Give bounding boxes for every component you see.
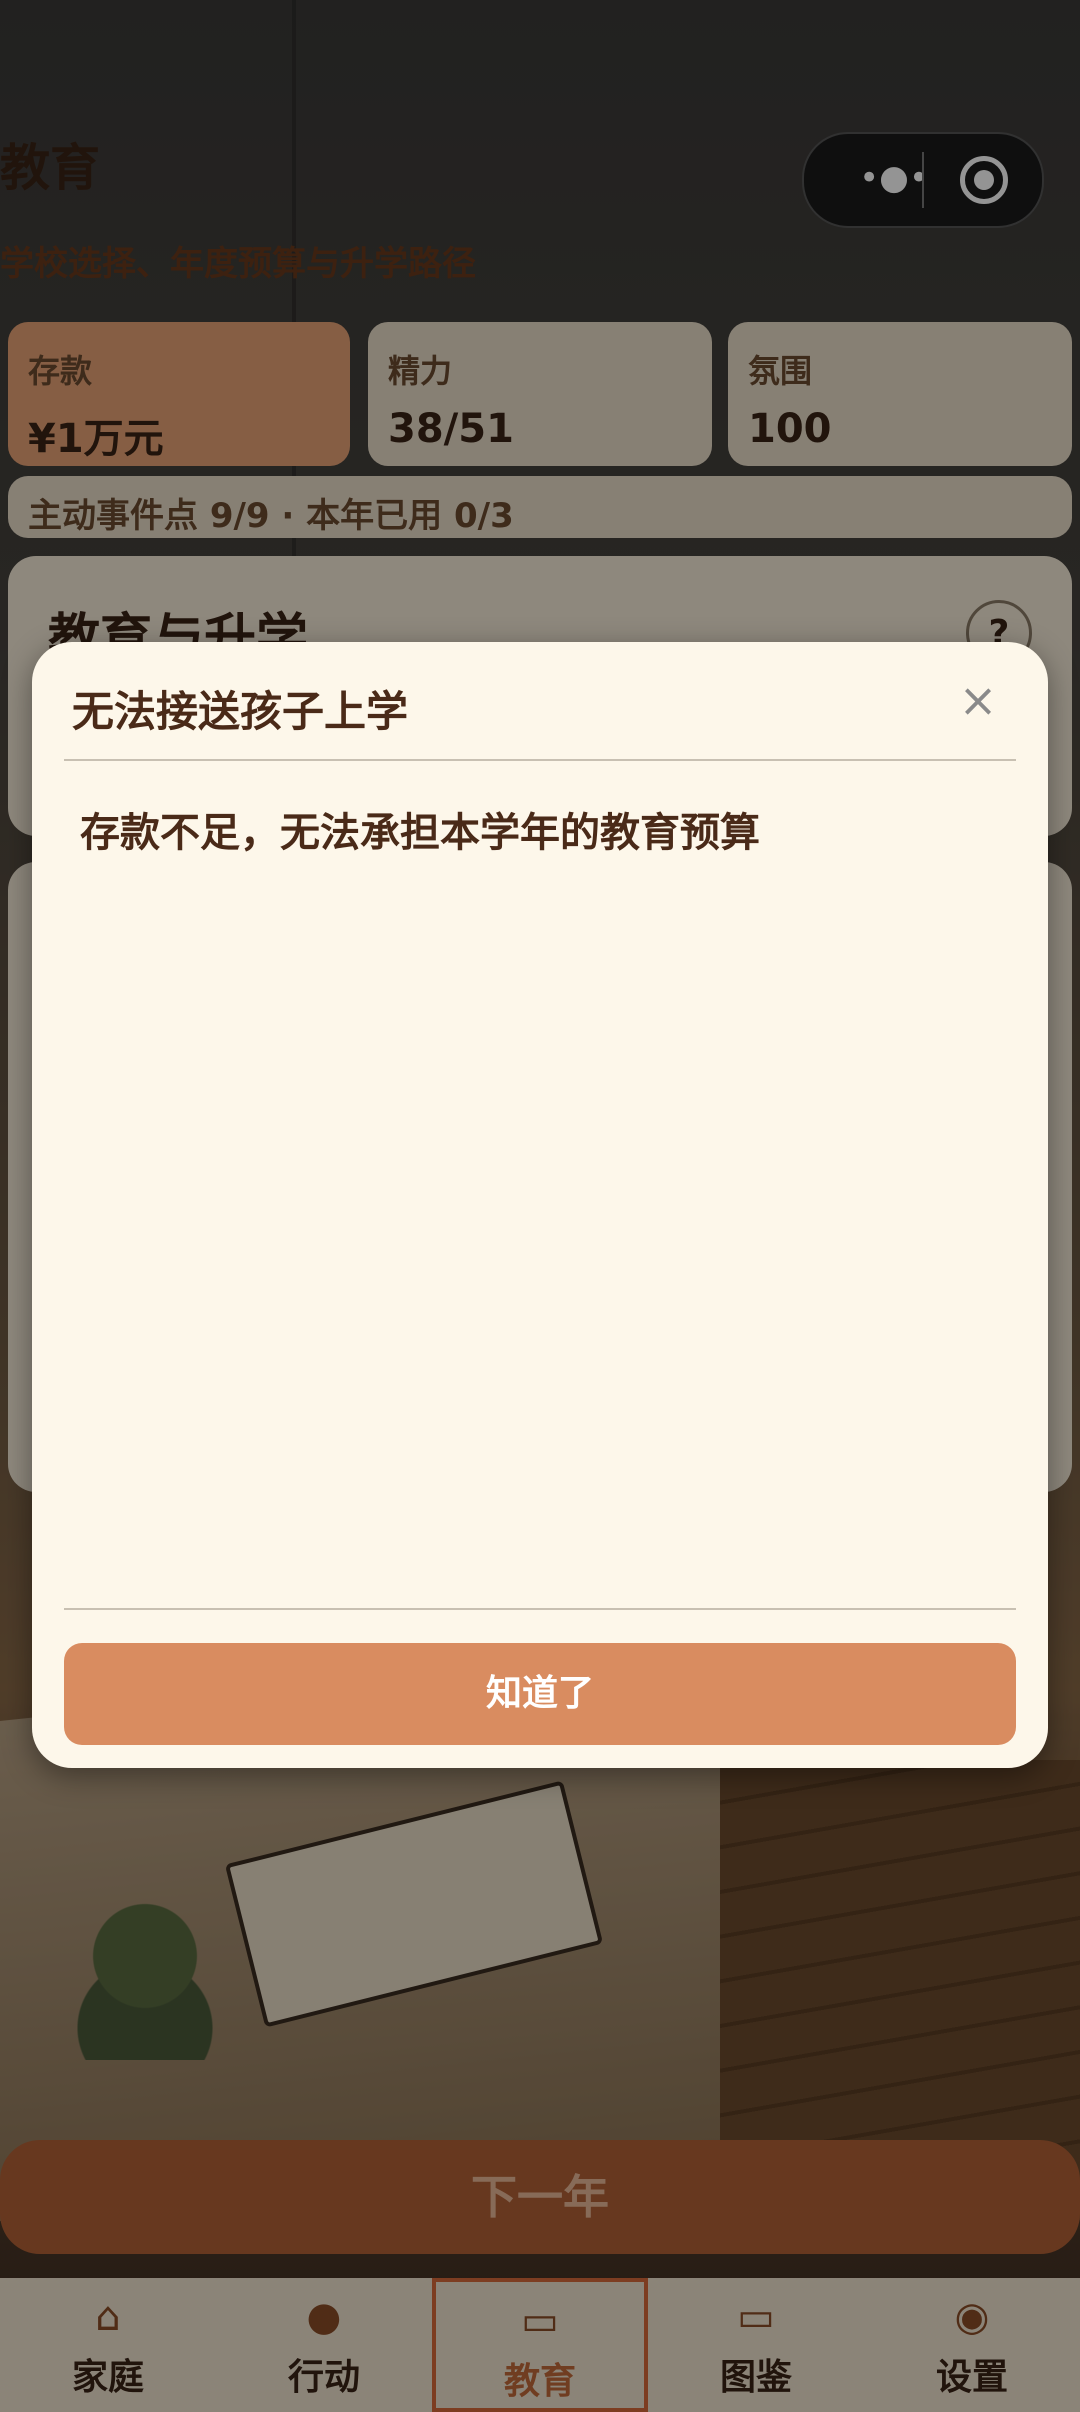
dialog-divider-bottom [64, 1608, 1016, 1610]
dialog-title: 无法接送孩子上学 [72, 687, 409, 736]
close-icon[interactable]: × [948, 670, 1008, 730]
dialog-divider-top [64, 759, 1016, 761]
confirm-button[interactable]: 知道了 [64, 1643, 1016, 1745]
alert-dialog: 无法接送孩子上学 × 存款不足，无法承担本学年的教育预算 知道了 [32, 642, 1048, 1768]
dialog-message: 存款不足，无法承担本学年的教育预算 [80, 810, 760, 856]
